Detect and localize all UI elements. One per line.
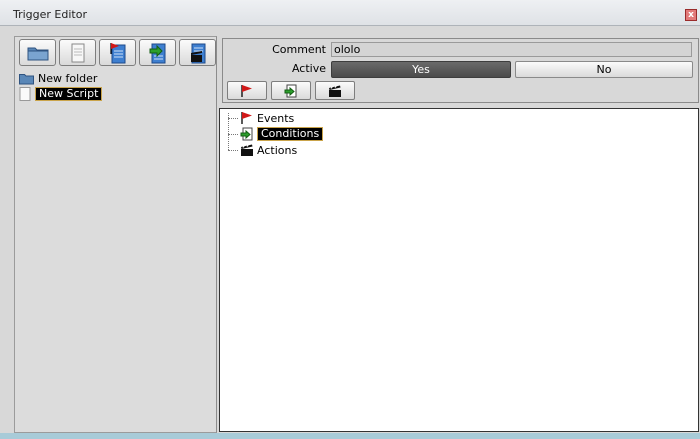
tree-node-actions[interactable]: Actions	[228, 142, 323, 158]
condition-icon	[284, 84, 297, 97]
trigger-properties-panel: Comment ololo Active Yes No	[222, 38, 699, 103]
tree-item-label: New folder	[38, 72, 98, 85]
tree-item-label-selected: New Script	[35, 86, 103, 101]
script-tree-panel: New folder New Script	[14, 36, 217, 433]
active-label: Active	[291, 62, 326, 75]
folder-icon	[27, 47, 48, 60]
event-script-icon	[109, 42, 125, 63]
tree-node-label: Events	[257, 111, 295, 125]
new-action-script-button[interactable]	[179, 39, 216, 66]
action-script-icon	[190, 43, 205, 63]
tree-node-conditions[interactable]: Conditions	[228, 126, 324, 142]
condition-icon	[240, 127, 253, 141]
script-tree: New folder New Script	[19, 71, 103, 101]
clapper-icon	[329, 84, 341, 97]
folder-icon	[19, 73, 34, 84]
tree-item-new-folder[interactable]: New folder	[19, 71, 102, 86]
new-condition-script-button[interactable]	[139, 39, 176, 66]
comment-label: Comment	[272, 43, 326, 56]
window-title: Trigger Editor	[13, 8, 87, 21]
comment-field[interactable]: ololo	[331, 42, 692, 57]
script-icon	[19, 86, 31, 101]
add-condition-button[interactable]	[271, 81, 311, 100]
tree-node-events[interactable]: Events	[228, 110, 323, 126]
add-action-button[interactable]	[315, 81, 355, 100]
active-no-button[interactable]: No	[515, 61, 693, 78]
new-event-script-button[interactable]	[99, 39, 136, 66]
script-toolbar	[19, 39, 216, 67]
title-bar: Trigger Editor x	[0, 0, 700, 26]
add-event-button[interactable]	[227, 81, 267, 100]
trigger-tree: Events Conditions Actions	[228, 110, 324, 158]
clapper-icon	[241, 144, 253, 156]
flag-icon	[241, 112, 252, 124]
condition-script-icon	[149, 43, 165, 63]
tree-node-label: Actions	[257, 143, 298, 157]
tree-item-new-script[interactable]: New Script	[19, 86, 103, 101]
trigger-editor-window: Trigger Editor x New folder New Script C…	[0, 0, 700, 439]
new-script-button[interactable]	[59, 39, 96, 66]
status-bar	[0, 433, 700, 439]
trigger-tree-view[interactable]: Events Conditions Actions	[219, 108, 699, 432]
script-icon	[71, 43, 84, 62]
trigger-toolbar	[227, 81, 355, 100]
close-button[interactable]: x	[685, 9, 697, 21]
new-folder-button[interactable]	[19, 39, 56, 66]
tree-node-label-selected: Conditions	[257, 127, 324, 141]
flag-icon	[241, 84, 252, 97]
active-yes-button[interactable]: Yes	[331, 61, 511, 78]
